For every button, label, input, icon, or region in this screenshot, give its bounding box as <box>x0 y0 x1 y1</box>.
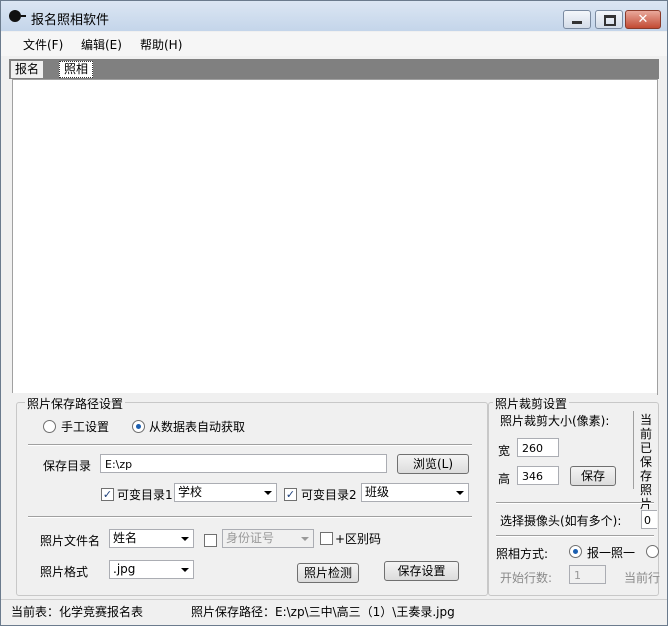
distinguish-label: +区别码 <box>335 532 382 546</box>
distinguish-checkbox[interactable] <box>320 532 333 545</box>
var-dir2-value: 班级 <box>365 485 390 499</box>
tab-signup[interactable]: 报名 <box>11 61 44 78</box>
photo-detect-button[interactable]: 照片检测 <box>297 563 359 583</box>
save-settings-button[interactable]: 保存设置 <box>384 561 459 581</box>
camera-label: 选择摄像头(如有多个): <box>500 514 622 528</box>
save-path-legend: 照片保存路径设置 <box>25 395 126 412</box>
chevron-down-icon <box>181 568 189 572</box>
method-radio-two[interactable] <box>646 545 659 558</box>
saved-photo-side-label: 当前已保存照片 <box>640 413 653 511</box>
save-dir-input[interactable]: E:\zp <box>100 454 387 473</box>
main-window: 报名照相软件 ✕ 文件(F) 编辑(E) 帮助(H) 报名 照相 照片保存路径设… <box>0 0 668 626</box>
app-icon <box>9 10 26 22</box>
var-dir2-checkbox[interactable]: ✓ <box>284 488 297 501</box>
tab-strip: 报名 照相 <box>9 59 659 79</box>
var-dir2-select[interactable]: 班级 <box>361 483 469 502</box>
filename-label: 照片文件名 <box>40 534 101 548</box>
tab-photo[interactable]: 照相 <box>59 61 94 78</box>
var-dir1-value: 学校 <box>178 485 203 499</box>
crop-height-label: 高 <box>498 472 511 486</box>
manual-radio[interactable] <box>43 420 56 433</box>
var-dir2-label: 可变目录2 <box>301 488 357 502</box>
crop-size-label: 照片裁剪大小(像素): <box>500 414 610 428</box>
menu-file[interactable]: 文件(F) <box>23 36 63 53</box>
start-row-input[interactable]: 1 <box>569 565 606 584</box>
save-dir-label: 保存目录 <box>43 459 92 473</box>
format-select[interactable]: .jpg <box>109 560 194 579</box>
chevron-down-icon <box>264 491 272 495</box>
close-button[interactable]: ✕ <box>625 10 661 29</box>
minimize-button[interactable] <box>563 10 591 29</box>
chevron-down-icon <box>456 491 464 495</box>
manual-label: 手工设置 <box>61 420 110 434</box>
maximize-button[interactable] <box>595 10 623 29</box>
status-current-table: 当前表：化学竞赛报名表 <box>11 605 144 619</box>
browse-button[interactable]: 浏览(L) <box>397 454 469 474</box>
menu-edit[interactable]: 编辑(E) <box>81 36 122 53</box>
crop-width-label: 宽 <box>498 444 511 458</box>
settings-panel: 照片保存路径设置 手工设置 从数据表自动获取 保存目录 E:\zp 浏览(L) … <box>12 393 661 597</box>
title-bar[interactable]: 报名照相软件 ✕ <box>1 1 667 31</box>
camera-preview-area[interactable] <box>12 79 658 395</box>
filename-value: 姓名 <box>113 531 138 545</box>
status-photo-path: 照片保存路径：E:\zp\三中\高三（1）\王奏录.jpg <box>191 605 455 619</box>
id-checkbox[interactable] <box>204 534 217 547</box>
filename-select[interactable]: 姓名 <box>109 529 194 548</box>
method-radio-one[interactable] <box>569 545 582 558</box>
id-value: 身份证号 <box>226 531 275 545</box>
id-select[interactable]: 身份证号 <box>222 529 314 548</box>
camera-input[interactable]: 0 <box>641 510 657 529</box>
separator <box>28 516 472 518</box>
window-title: 报名照相软件 <box>31 13 110 28</box>
separator <box>496 535 654 537</box>
format-value: .jpg <box>113 562 136 576</box>
method-option-label: 报一照一 <box>587 546 636 560</box>
crop-width-input[interactable]: 260 <box>517 438 559 457</box>
minimize-icon <box>572 21 582 24</box>
vertical-separator <box>633 411 634 489</box>
separator <box>28 444 472 446</box>
crop-legend: 照片裁剪设置 <box>493 395 570 412</box>
chevron-down-icon <box>181 537 189 541</box>
method-label: 照相方式: <box>496 547 549 561</box>
menu-bar: 文件(F) 编辑(E) 帮助(H) <box>1 32 667 56</box>
auto-label: 从数据表自动获取 <box>149 420 246 434</box>
crop-save-button[interactable]: 保存 <box>570 466 616 486</box>
chevron-down-icon <box>301 537 309 541</box>
start-row-label: 开始行数: <box>500 571 553 585</box>
separator <box>496 502 654 504</box>
var-dir1-label: 可变目录1 <box>117 488 173 502</box>
current-row-label: 当前行 <box>624 571 661 585</box>
var-dir1-select[interactable]: 学校 <box>174 483 277 502</box>
var-dir1-checkbox[interactable]: ✓ <box>101 488 114 501</box>
menu-help[interactable]: 帮助(H) <box>140 36 182 53</box>
close-icon: ✕ <box>637 12 649 27</box>
maximize-icon <box>604 15 616 26</box>
auto-radio[interactable] <box>132 420 145 433</box>
format-label: 照片格式 <box>40 565 89 579</box>
status-bar: 当前表：化学竞赛报名表 照片保存路径：E:\zp\三中\高三（1）\王奏录.jp… <box>1 599 667 625</box>
crop-height-input[interactable]: 346 <box>517 466 559 485</box>
